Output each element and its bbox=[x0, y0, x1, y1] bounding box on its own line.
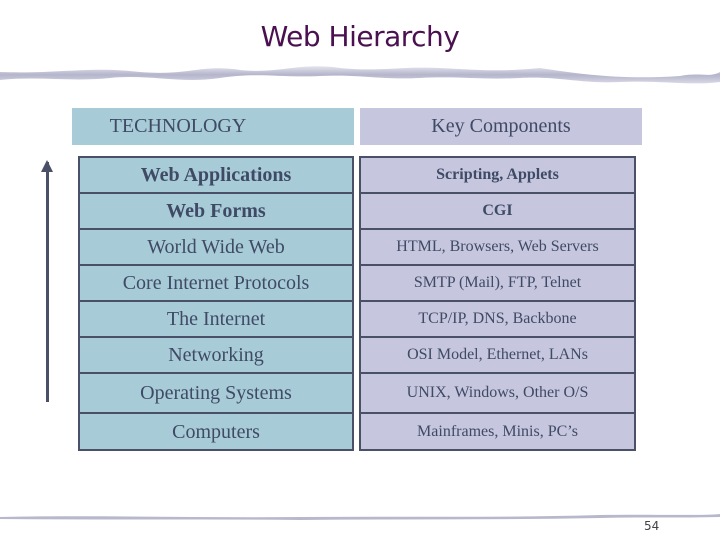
technology-label: Operating Systems bbox=[140, 381, 292, 404]
technology-cell: Operating Systems bbox=[80, 374, 352, 414]
technology-cell: World Wide Web bbox=[80, 230, 352, 266]
page-number: 54 bbox=[644, 519, 660, 533]
components-label: CGI bbox=[482, 202, 513, 219]
technology-column: Web Applications Web Forms World Wide We… bbox=[78, 156, 354, 451]
decorative-line-bottom bbox=[0, 514, 720, 520]
components-label: SMTP (Mail), FTP, Telnet bbox=[413, 274, 582, 291]
components-label: TCP/IP, DNS, Backbone bbox=[418, 310, 577, 327]
decorative-wave-top bbox=[0, 66, 720, 84]
components-cell: UNIX, Windows, Other O/S bbox=[361, 374, 634, 414]
technology-cell: Computers bbox=[80, 414, 352, 450]
components-cell: OSI Model, Ethernet, LANs bbox=[361, 338, 634, 374]
technology-cell: Core Internet Protocols bbox=[80, 266, 352, 302]
technology-cell: Web Forms bbox=[80, 194, 352, 230]
technology-label: Core Internet Protocols bbox=[122, 271, 310, 294]
components-cell: SMTP (Mail), FTP, Telnet bbox=[361, 266, 634, 302]
technology-label: World Wide Web bbox=[147, 235, 285, 258]
technology-cell: Web Applications bbox=[80, 158, 352, 194]
technology-label: The Internet bbox=[166, 307, 266, 330]
components-cell: Scripting, Applets bbox=[361, 158, 634, 194]
components-cell: Mainframes, Minis, PC’s bbox=[361, 414, 634, 450]
key-components-header: Key Components bbox=[360, 108, 642, 145]
components-label: UNIX, Windows, Other O/S bbox=[406, 384, 589, 401]
key-components-header-label: Key Components bbox=[431, 115, 571, 137]
technology-label: Computers bbox=[172, 420, 260, 443]
slide-title: Web Hierarchy bbox=[260, 20, 460, 53]
components-cell: HTML, Browsers, Web Servers bbox=[361, 230, 634, 266]
up-arrow-icon bbox=[46, 162, 49, 402]
components-label: OSI Model, Ethernet, LANs bbox=[407, 346, 588, 363]
technology-label: Web Applications bbox=[140, 163, 292, 186]
components-cell: TCP/IP, DNS, Backbone bbox=[361, 302, 634, 338]
components-cell: CGI bbox=[361, 194, 634, 230]
components-column: Scripting, Applets CGI HTML, Browsers, W… bbox=[359, 156, 636, 451]
components-label: Mainframes, Minis, PC’s bbox=[417, 423, 578, 440]
technology-header: TECHNOLOGY bbox=[72, 108, 354, 145]
technology-cell: Networking bbox=[80, 338, 352, 374]
components-label: HTML, Browsers, Web Servers bbox=[396, 238, 599, 255]
technology-header-label: TECHNOLOGY bbox=[109, 115, 247, 137]
technology-cell: The Internet bbox=[80, 302, 352, 338]
technology-label: Web Forms bbox=[166, 199, 266, 222]
technology-label: Networking bbox=[168, 343, 264, 366]
components-label: Scripting, Applets bbox=[436, 166, 559, 183]
